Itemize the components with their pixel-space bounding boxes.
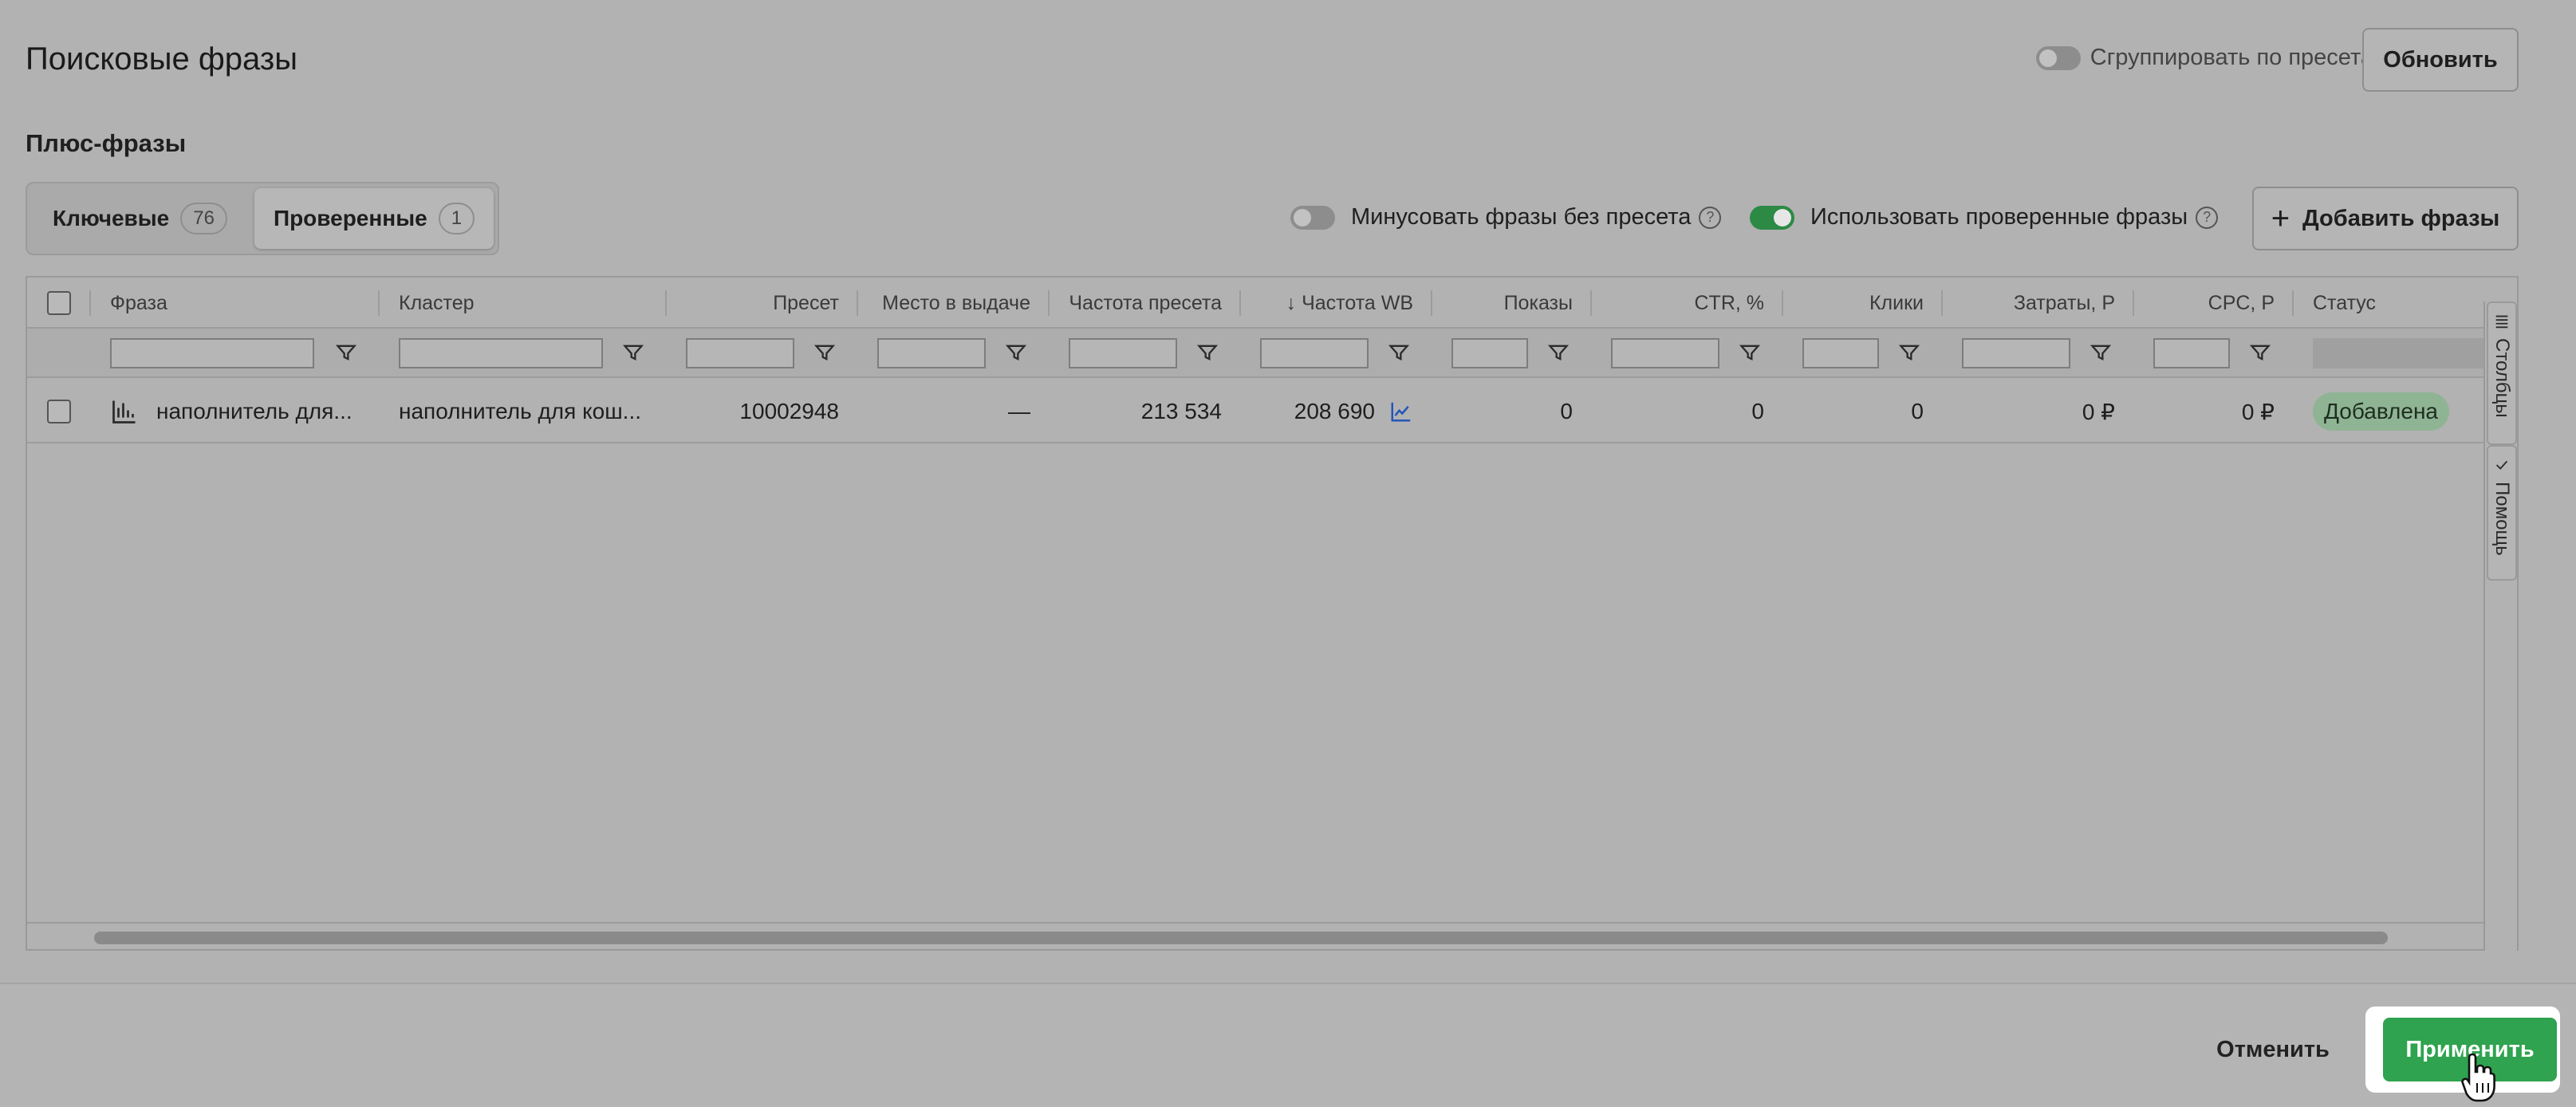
row-select-cell — [27, 380, 91, 443]
ctr-cell: 0 — [1751, 399, 1764, 423]
use-verified-label: Использовать проверенные фразы — [1810, 204, 2188, 230]
preset-frequency-cell: 213 534 — [1140, 399, 1222, 423]
use-verified-switch[interactable] — [1750, 205, 1794, 230]
filter-input-preset[interactable] — [686, 338, 794, 368]
column-header-phrase[interactable]: Фраза — [91, 278, 380, 329]
use-verified-option: Использовать проверенные фразы ? — [1750, 204, 2219, 230]
column-header-cluster[interactable]: Кластер — [380, 278, 667, 329]
cancel-button[interactable]: Отменить — [2211, 1027, 2335, 1072]
filter-icon[interactable] — [1898, 341, 1920, 364]
filter-row — [27, 329, 2485, 378]
tab-verified[interactable]: Проверенные 1 — [254, 188, 494, 249]
filter-icon[interactable] — [1005, 341, 1027, 364]
column-header-status[interactable]: Статус — [2294, 278, 2485, 329]
tab-verified-count: 1 — [438, 203, 475, 234]
group-by-presets-toggle[interactable]: Сгруппировать по пресетам — [2035, 45, 2389, 71]
check-icon — [2495, 460, 2508, 470]
row-checkbox[interactable] — [47, 400, 71, 423]
header-select-cell — [27, 278, 91, 329]
side-tab-columns[interactable]: Столбцы — [2487, 301, 2517, 445]
side-panel-tabs: Столбцы Помощь — [2483, 301, 2517, 951]
footer-bar — [0, 983, 2576, 1107]
preset-cell: 10002948 — [739, 399, 839, 423]
side-tab-help[interactable]: Помощь — [2487, 445, 2517, 581]
phrases-table: Фраза Кластер Пресет Место в выдаче Част… — [26, 276, 2519, 951]
line-chart-icon[interactable] — [1389, 400, 1413, 423]
column-header-ctr[interactable]: CTR, % — [1592, 278, 1783, 329]
filter-input-cost[interactable] — [1962, 338, 2070, 368]
column-header-clicks[interactable]: Клики — [1783, 278, 1943, 329]
minus-phrases-label: Минусовать фразы без пресета — [1351, 204, 1692, 230]
column-header-shows[interactable]: Показы — [1432, 278, 1592, 329]
tab-verified-label: Проверенные — [273, 206, 427, 230]
wb-frequency-value: 208 690 — [1294, 399, 1375, 423]
tab-keywords-count: 76 — [180, 203, 227, 234]
filter-input-cluster[interactable] — [399, 338, 603, 368]
side-tab-columns-label: Столбцы — [2491, 338, 2513, 418]
filter-icon[interactable] — [622, 341, 644, 364]
status-badge: Добавлена — [2313, 392, 2449, 431]
filter-icon[interactable] — [2090, 341, 2112, 364]
shows-cell: 0 — [1560, 399, 1573, 423]
filter-input-phrase[interactable] — [110, 338, 314, 368]
column-header-cpc[interactable]: CPC, Р — [2134, 278, 2294, 329]
filter-input-shows[interactable] — [1451, 338, 1528, 368]
side-tab-help-label: Помощь — [2491, 482, 2513, 556]
filter-input-cpc[interactable] — [2153, 338, 2230, 368]
section-title: Плюс-фразы — [26, 129, 187, 157]
hand-cursor-icon — [2461, 1053, 2495, 1102]
tab-keywords[interactable]: Ключевые 76 — [33, 188, 246, 249]
wb-frequency-cell: 208 690 — [1241, 380, 1432, 443]
column-header-place[interactable]: Место в выдаче — [858, 278, 1050, 329]
phrase-text: наполнитель для... — [156, 399, 353, 423]
add-phrases-button[interactable]: + Добавить фразы — [2252, 187, 2519, 250]
filter-input-wb-frequency[interactable] — [1260, 338, 1369, 368]
minus-phrases-option: Минусовать фразы без пресета ? — [1290, 204, 1722, 230]
column-header-preset-frequency[interactable]: Частота пресета — [1050, 278, 1241, 329]
status-cell: Добавлена — [2294, 380, 2485, 443]
help-icon[interactable]: ? — [2196, 206, 2219, 229]
phrase-tabs: Ключевые 76 Проверенные 1 — [26, 182, 499, 255]
clicks-cell: 0 — [1911, 399, 1924, 423]
horizontal-scrollbar[interactable] — [94, 932, 2388, 944]
refresh-button[interactable]: Обновить — [2362, 28, 2519, 92]
add-phrases-label: Добавить фразы — [2302, 205, 2500, 231]
filter-input-preset-frequency[interactable] — [1069, 338, 1177, 368]
phrase-cell: наполнитель для... — [91, 380, 380, 443]
bar-chart-icon[interactable] — [110, 397, 139, 426]
plus-icon: + — [2271, 201, 2290, 236]
select-all-checkbox[interactable] — [47, 291, 71, 315]
column-header-cost[interactable]: Затраты, Р — [1943, 278, 2134, 329]
table-row[interactable]: наполнитель для... наполнитель для кош..… — [27, 380, 2485, 443]
place-cell: — — [1008, 399, 1030, 423]
filter-icon[interactable] — [1388, 341, 1410, 364]
filter-input-status[interactable] — [2313, 338, 2485, 368]
filter-icon[interactable] — [2249, 341, 2271, 364]
table-header: Фраза Кластер Пресет Место в выдаче Част… — [27, 278, 2485, 329]
columns-icon — [2495, 315, 2508, 329]
column-header-wb-frequency[interactable]: ↓ Частота WB — [1241, 278, 1432, 329]
filter-icon[interactable] — [1739, 341, 1761, 364]
column-header-preset[interactable]: Пресет — [667, 278, 858, 329]
group-by-presets-label: Сгруппировать по пресетам — [2090, 45, 2389, 70]
help-icon[interactable]: ? — [1699, 206, 1722, 229]
filter-input-ctr[interactable] — [1611, 338, 1719, 368]
filter-icon[interactable] — [335, 341, 357, 364]
cpc-cell: 0 ₽ — [2241, 399, 2275, 424]
filter-input-place[interactable] — [877, 338, 986, 368]
cluster-cell: наполнитель для кош... — [399, 399, 642, 423]
minus-phrases-switch[interactable] — [1290, 205, 1335, 230]
group-by-presets-switch[interactable] — [2035, 45, 2081, 70]
filter-icon[interactable] — [813, 341, 836, 364]
filter-icon[interactable] — [1196, 341, 1219, 364]
cost-cell: 0 ₽ — [2082, 399, 2115, 424]
filter-input-clicks[interactable] — [1802, 338, 1879, 368]
tab-keywords-label: Ключевые — [53, 206, 170, 230]
filter-icon[interactable] — [1547, 341, 1570, 364]
page-title: Поисковые фразы — [26, 41, 297, 77]
